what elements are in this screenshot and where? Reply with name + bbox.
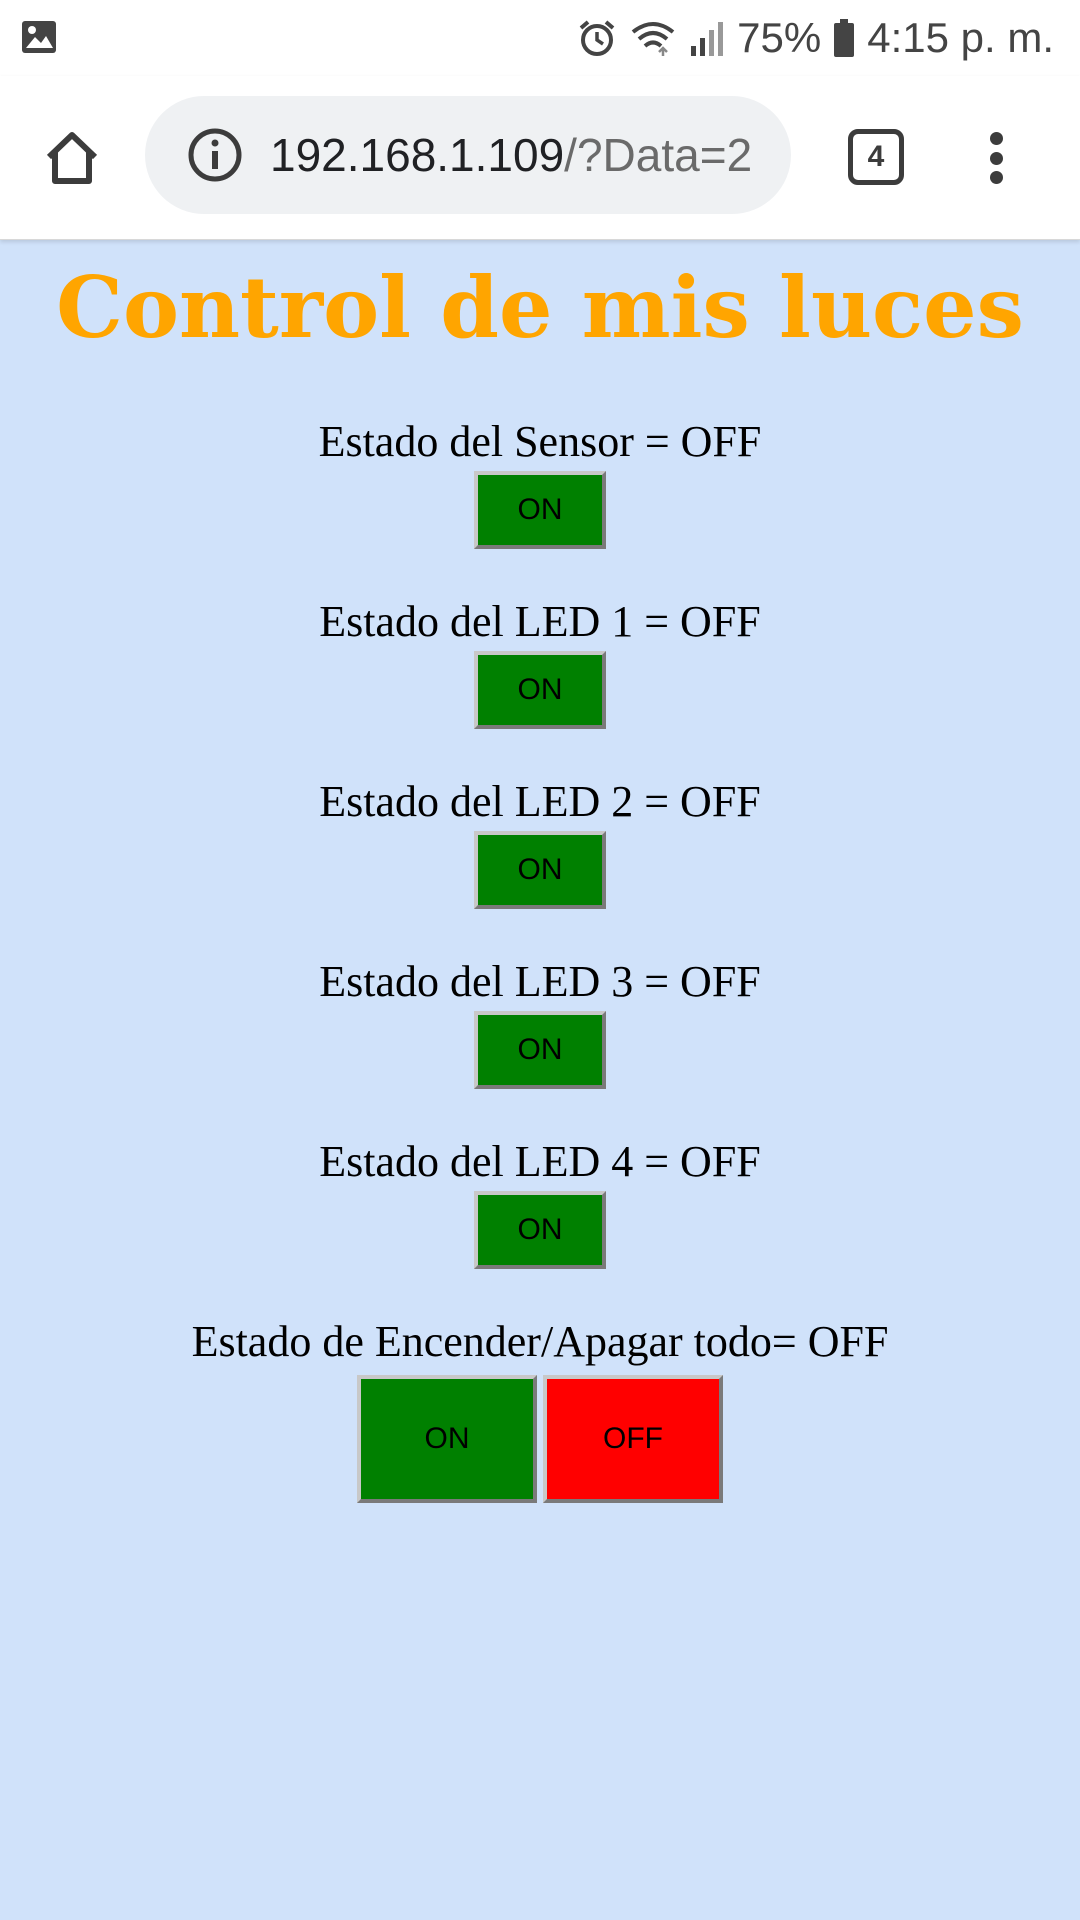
home-icon[interactable] [38, 124, 106, 192]
wifi-icon [629, 18, 677, 58]
all-off-button[interactable]: OFF [543, 1375, 723, 1503]
tab-switcher-button[interactable]: 4 [848, 129, 904, 185]
led1-control: Estado del LED 1 = OFF ON [0, 595, 1080, 729]
more-vert-icon[interactable] [976, 126, 1016, 190]
alarm-icon [577, 18, 617, 58]
status-icons: 75% 4:15 p. m. [577, 8, 1054, 68]
all-lights-control: Estado de Encender/Apagar todo= OFF ON O… [0, 1315, 1080, 1503]
signal-icon [689, 18, 725, 58]
battery-icon [833, 18, 855, 58]
status-bar: 75% 4:15 p. m. [0, 0, 1080, 76]
led2-status-label: Estado del LED 2 = OFF [319, 777, 761, 826]
url-host: 192.168.1.109 [270, 129, 565, 181]
led3-on-button[interactable]: ON [474, 1011, 606, 1089]
all-on-button[interactable]: ON [357, 1375, 537, 1503]
url-path: /?Data=2 [564, 129, 753, 181]
led3-status-label: Estado del LED 3 = OFF [319, 957, 761, 1006]
info-icon[interactable] [187, 127, 243, 183]
browser-toolbar: 192.168.1.109/?Data=2 4 [0, 76, 1080, 240]
sensor-control: Estado del Sensor = OFF ON [0, 415, 1080, 549]
led4-control: Estado del LED 4 = OFF ON [0, 1135, 1080, 1269]
battery-percent: 75% [737, 14, 822, 61]
clock: 4:15 p. m. [867, 14, 1054, 61]
led4-on-button[interactable]: ON [474, 1191, 606, 1269]
page-content: Control de mis luces Estado del Sensor =… [0, 240, 1080, 1920]
sensor-status-label: Estado del Sensor = OFF [318, 417, 762, 466]
led2-control: Estado del LED 2 = OFF ON [0, 775, 1080, 909]
all-lights-status-label: Estado de Encender/Apagar todo= OFF [191, 1317, 889, 1366]
url-text[interactable]: 192.168.1.109/?Data=2 [270, 123, 770, 187]
led4-status-label: Estado del LED 4 = OFF [319, 1137, 761, 1186]
led3-control: Estado del LED 3 = OFF ON [0, 955, 1080, 1089]
sensor-on-button[interactable]: ON [474, 471, 606, 549]
led2-on-button[interactable]: ON [474, 831, 606, 909]
image-icon [20, 18, 58, 56]
page-title: Control de mis luces [56, 258, 1024, 357]
led1-status-label: Estado del LED 1 = OFF [319, 597, 761, 646]
address-bar[interactable]: 192.168.1.109/?Data=2 [145, 96, 791, 214]
led1-on-button[interactable]: ON [474, 651, 606, 729]
